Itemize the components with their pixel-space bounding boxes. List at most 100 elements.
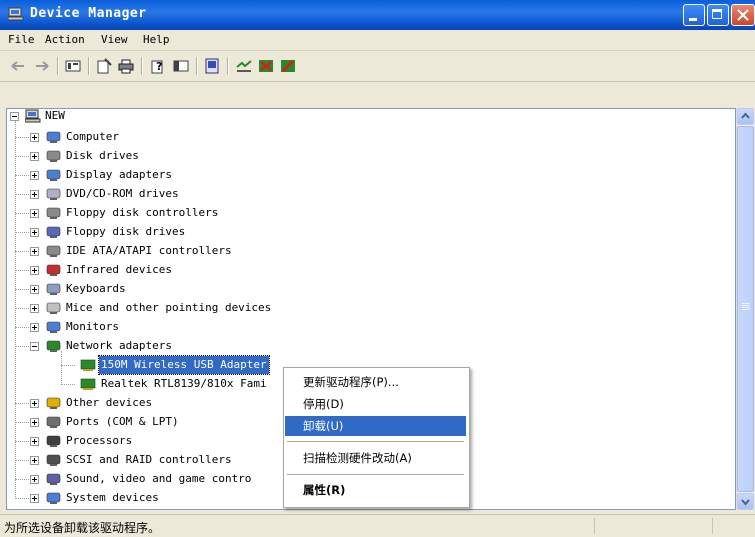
tree-connector	[15, 403, 31, 404]
expand-toggle[interactable]	[30, 304, 39, 313]
tree-connector	[15, 251, 31, 252]
tree-connector	[15, 137, 31, 138]
tree-item[interactable]: Monitors	[6, 318, 706, 336]
menu-action[interactable]: Action	[45, 33, 85, 46]
expand-toggle[interactable]	[30, 133, 39, 142]
unknown-device-icon	[46, 397, 61, 409]
tree-item[interactable]: Keyboards	[6, 280, 706, 298]
svg-text:?: ?	[156, 60, 162, 73]
expand-toggle[interactable]	[30, 152, 39, 161]
console-icon[interactable]	[173, 58, 189, 74]
tree-connector	[15, 479, 31, 480]
ctx-separator	[287, 474, 464, 475]
tree-item[interactable]: Disk drives	[6, 147, 706, 165]
view-icon[interactable]	[65, 58, 81, 74]
tree-root-label[interactable]: NEW	[45, 109, 65, 122]
tree-item[interactable]: Computer	[6, 128, 706, 146]
tree-connector	[15, 422, 31, 423]
collapse-root-toggle[interactable]	[10, 112, 19, 121]
dvd-icon	[46, 188, 61, 200]
expand-toggle[interactable]	[30, 190, 39, 199]
device-manager-window: Device Manager File Action View Help ? N…	[0, 0, 755, 537]
scan-icon[interactable]	[204, 58, 220, 74]
ctx-update-driver[interactable]: 更新驱动程序(P)...	[285, 372, 466, 392]
tree-item[interactable]: DVD/CD-ROM drives	[6, 185, 706, 203]
properties-icon[interactable]	[96, 58, 112, 74]
menu-file[interactable]: File	[8, 33, 35, 46]
tree-item[interactable]: Floppy disk drives	[6, 223, 706, 241]
expand-toggle[interactable]	[30, 266, 39, 275]
menu-help[interactable]: Help	[143, 33, 170, 46]
ctx-scan-hardware[interactable]: 扫描检测硬件改动(A)	[285, 448, 466, 468]
status-bar: 为所选设备卸载该驱动程序。	[0, 514, 755, 537]
content-frame	[0, 82, 755, 108]
maximize-button[interactable]	[707, 4, 729, 26]
tree-connector	[15, 175, 31, 176]
tree-item[interactable]: IDE ATA/ATAPI controllers	[6, 242, 706, 260]
ctx-disable[interactable]: 停用(D)	[285, 394, 466, 414]
floppy-icon	[46, 226, 61, 238]
tree-item-label: Processors	[66, 434, 133, 447]
ctx-separator	[287, 441, 464, 442]
context-menu: 更新驱动程序(P)... 停用(D) 卸载(U) 扫描检测硬件改动(A) 属性(…	[283, 367, 470, 508]
disable-icon[interactable]	[280, 58, 296, 74]
tree-item-label: Infrared devices	[66, 263, 172, 276]
toolbar-separator	[227, 57, 229, 75]
print-icon[interactable]	[118, 58, 134, 74]
tree-item-label: Floppy disk drives	[66, 225, 186, 238]
back-icon[interactable]	[10, 58, 26, 74]
ctx-update-driver-label: 更新驱动程序(P)...	[303, 375, 399, 389]
scroll-down-button[interactable]	[737, 493, 754, 510]
toolbar-separator	[196, 57, 198, 75]
ctx-uninstall[interactable]: 卸载(U)	[285, 416, 466, 436]
tree-item-label: Monitors	[66, 320, 119, 333]
tree-item-label: IDE ATA/ATAPI controllers	[66, 244, 232, 257]
ctx-properties[interactable]: 属性(R)	[285, 480, 466, 500]
expand-toggle[interactable]	[30, 209, 39, 218]
device-manager-icon	[8, 7, 24, 21]
ctx-properties-label: 属性(R)	[303, 483, 346, 497]
expand-toggle[interactable]	[30, 418, 39, 427]
expand-toggle[interactable]	[30, 399, 39, 408]
disk-drive-icon	[46, 150, 61, 162]
expand-toggle[interactable]	[30, 494, 39, 503]
title-bar[interactable]: Device Manager	[0, 0, 755, 30]
collapse-toggle[interactable]	[30, 342, 39, 351]
expand-toggle[interactable]	[30, 285, 39, 294]
keyboard-icon	[46, 283, 61, 295]
expand-toggle[interactable]	[30, 456, 39, 465]
tree-item[interactable]: Network adapters	[6, 337, 706, 355]
computer-root-icon	[25, 109, 41, 123]
help-icon[interactable]: ?	[150, 58, 166, 74]
vertical-scrollbar[interactable]	[736, 108, 754, 510]
menu-view[interactable]: View	[101, 33, 128, 46]
expand-toggle[interactable]	[30, 437, 39, 446]
tree-item[interactable]: Infrared devices	[6, 261, 706, 279]
forward-icon[interactable]	[34, 58, 50, 74]
tree-connector	[61, 351, 62, 385]
scroll-up-button[interactable]	[737, 108, 754, 125]
expand-toggle[interactable]	[30, 475, 39, 484]
network-adapter-icon	[80, 378, 96, 390]
minimize-button[interactable]	[683, 4, 705, 26]
expand-toggle[interactable]	[30, 171, 39, 180]
tree-connector	[15, 289, 31, 290]
update-driver-icon[interactable]	[236, 58, 252, 74]
expand-toggle[interactable]	[30, 228, 39, 237]
scroll-thumb[interactable]	[737, 126, 754, 492]
tree-item[interactable]: Display adapters	[6, 166, 706, 184]
tree-item[interactable]: Mice and other pointing devices	[6, 299, 706, 317]
tree-item-label: Sound, video and game contro	[66, 472, 252, 485]
close-button[interactable]	[731, 4, 755, 26]
toolbar-separator	[141, 57, 143, 75]
sound-icon	[46, 473, 61, 485]
expand-toggle[interactable]	[30, 247, 39, 256]
tree-item[interactable]: Floppy disk controllers	[6, 204, 706, 222]
expand-toggle[interactable]	[30, 323, 39, 332]
tree-child-label-selected: 150M Wireless USB Adapter	[98, 355, 270, 375]
uninstall-icon[interactable]	[258, 58, 274, 74]
tree-item-label: Keyboards	[66, 282, 126, 295]
network-adapter-icon	[80, 359, 96, 371]
display-adapter-icon	[46, 169, 61, 181]
tree-item-label: Display adapters	[66, 168, 172, 181]
